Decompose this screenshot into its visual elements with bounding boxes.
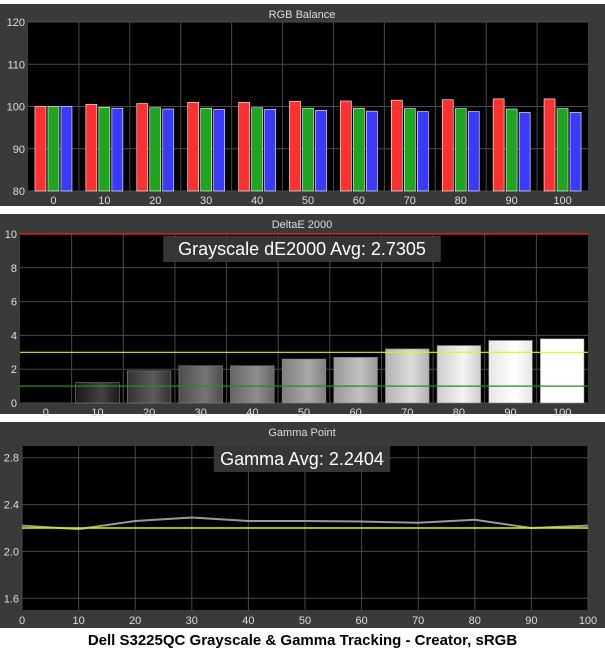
chart-1-bar: [488, 340, 533, 404]
chart-1-bar: [230, 365, 275, 404]
chart-0-bar-red: [492, 98, 505, 192]
chart-0-y-tick-label: 110: [7, 59, 25, 71]
chart-0-bar-blue: [569, 112, 582, 192]
chart-0-title: RGB Balance: [269, 9, 336, 21]
chart-2-y-tick-label: 2.0: [4, 546, 19, 558]
chart-2-x-tick-label: 80: [469, 615, 481, 627]
chart-1-bar: [540, 338, 585, 404]
chart-0-bar-green: [353, 107, 365, 192]
chart-1-bar: [333, 357, 378, 404]
chart-0-y-tick-label: 80: [13, 186, 25, 198]
chart-2-x-tick-label: 60: [355, 615, 367, 627]
chart-0-x-tick-label: 30: [200, 195, 212, 207]
chart-1-annotation: Grayscale dE2000 Avg: 2.7305: [178, 239, 426, 259]
chart-0-bar-green: [98, 107, 111, 192]
chart-0-bar-blue: [213, 109, 225, 192]
chart-0-x-tick-label: 0: [50, 195, 56, 207]
chart-2-title: Gamma Point: [268, 427, 335, 439]
chart-2-y-tick-label: 2.4: [4, 500, 19, 512]
chart-1-y-tick-label: 4: [11, 330, 17, 342]
chart-1-x-tick-label: 10: [91, 407, 103, 419]
chart-0-bar-blue: [417, 111, 429, 192]
chart-1-bar: [385, 348, 430, 404]
chart-1-bar: [178, 365, 223, 404]
chart-0-x-tick-label: 80: [455, 195, 467, 207]
chart-0-bar-green: [556, 108, 569, 192]
chart-0-bar-red: [441, 99, 454, 192]
chart-2-x-tick-label: 30: [186, 615, 198, 627]
chart-0-bar-blue: [111, 107, 124, 192]
chart-0-x-tick-label: 60: [353, 195, 365, 207]
chart-0-bar-green: [200, 107, 212, 192]
chart-0-x-tick-label: 20: [149, 195, 161, 207]
chart-1-x-tick-label: 20: [143, 407, 155, 419]
chart-2-x-tick-label: 40: [242, 615, 254, 627]
chart-0-bar-blue: [315, 110, 327, 192]
chart-1-x-tick-label: 40: [246, 407, 258, 419]
chart-1-x-tick-label: 30: [195, 407, 207, 419]
chart-1-y-tick-label: 8: [11, 263, 17, 275]
chart-1-bar: [436, 345, 482, 404]
figure-caption: Dell S3225QC Grayscale & Gamma Tracking …: [87, 632, 518, 649]
chart-2-x-tick-label: 50: [299, 615, 311, 627]
chart-0-bar-red: [289, 101, 301, 192]
chart-0-y-tick-label: 90: [13, 144, 25, 156]
chart-0-bar-blue: [518, 112, 531, 192]
chart-0-x-tick-label: 70: [404, 195, 416, 207]
chart-0-y-tick-label: 120: [7, 17, 25, 29]
chart-0-bar-blue: [162, 108, 175, 192]
chart-0-bar-green: [149, 107, 162, 192]
chart-1-x-tick-label: 0: [43, 407, 49, 419]
chart-0-bar-green: [302, 107, 314, 192]
chart-2-x-tick-label: 70: [412, 615, 424, 627]
chart-2-annotation: Gamma Avg: 2.2404: [220, 449, 384, 469]
chart-1-x-tick-label: 60: [350, 407, 362, 419]
chart-1-x-tick-label: 80: [453, 407, 465, 419]
chart-1-y-tick-label: 2: [11, 364, 17, 376]
chart-2-y-tick-label: 1.6: [4, 593, 19, 605]
chart-0-x-tick-label: 40: [251, 195, 263, 207]
chart-1-x-tick-label: 50: [298, 407, 310, 419]
chart-1-y-tick-label: 6: [11, 297, 17, 309]
chart-2-x-tick-label: 100: [579, 615, 597, 627]
chart-1-x-tick-label: 90: [504, 407, 516, 419]
chart-0-bar-green: [251, 107, 263, 192]
chart-0-bar-red: [340, 100, 352, 192]
chart-1-x-tick-label: 70: [401, 407, 413, 419]
chart-1-x-tick-label: 100: [553, 407, 571, 419]
chart-0-bar-green: [505, 108, 518, 192]
chart-0-bar-blue: [366, 110, 378, 192]
chart-1-y-tick-label: 10: [5, 229, 17, 241]
chart-0-bar-blue: [467, 111, 480, 192]
charts-canvas: RGB Balance80901001101200 10 20 30 40 50 60 70 8…: [0, 4, 605, 628]
chart-0-bar-green: [47, 106, 60, 192]
chart-2-x-tick-label: 20: [129, 615, 141, 627]
chart-0-bar-red: [391, 99, 403, 192]
chart-1-title: DeltaE 2000: [272, 219, 333, 231]
chart-2-x-tick-label: 90: [525, 615, 537, 627]
chart-2-x-tick-label: 10: [72, 615, 84, 627]
chart-0-bar-red: [543, 98, 556, 192]
chart-0-bar-green: [404, 108, 416, 192]
chart-0-x-tick-label: 100: [553, 195, 571, 207]
chart-0-bar-green: [454, 108, 467, 192]
chart-1-bar: [126, 370, 172, 404]
chart-0-bar-red: [238, 101, 250, 192]
chart-0-bar-blue: [60, 106, 73, 192]
chart-figure: RGB Balance 80 90 100 110 120 0 10 20 30 40 50 60 70 8…: [0, 0, 605, 652]
chart-0-bar-red: [187, 101, 199, 192]
chart-0-x-tick-label: 10: [98, 195, 110, 207]
chart-0-bar-red: [85, 104, 98, 192]
chart-1-y-tick-label: 0: [11, 398, 17, 410]
chart-0-bar-red: [136, 103, 149, 192]
chart-1-bar: [281, 358, 327, 404]
chart-0-y-tick-label: 100: [7, 102, 25, 114]
chart-0-x-tick-label: 50: [302, 195, 314, 207]
chart-2-x-tick-label: 0: [19, 615, 25, 627]
chart-0-x-tick-label: 90: [506, 195, 518, 207]
chart-0-bar-blue: [264, 109, 276, 192]
chart-2-y-tick-label: 2.8: [4, 453, 19, 465]
chart-0-bar-red: [34, 106, 47, 192]
